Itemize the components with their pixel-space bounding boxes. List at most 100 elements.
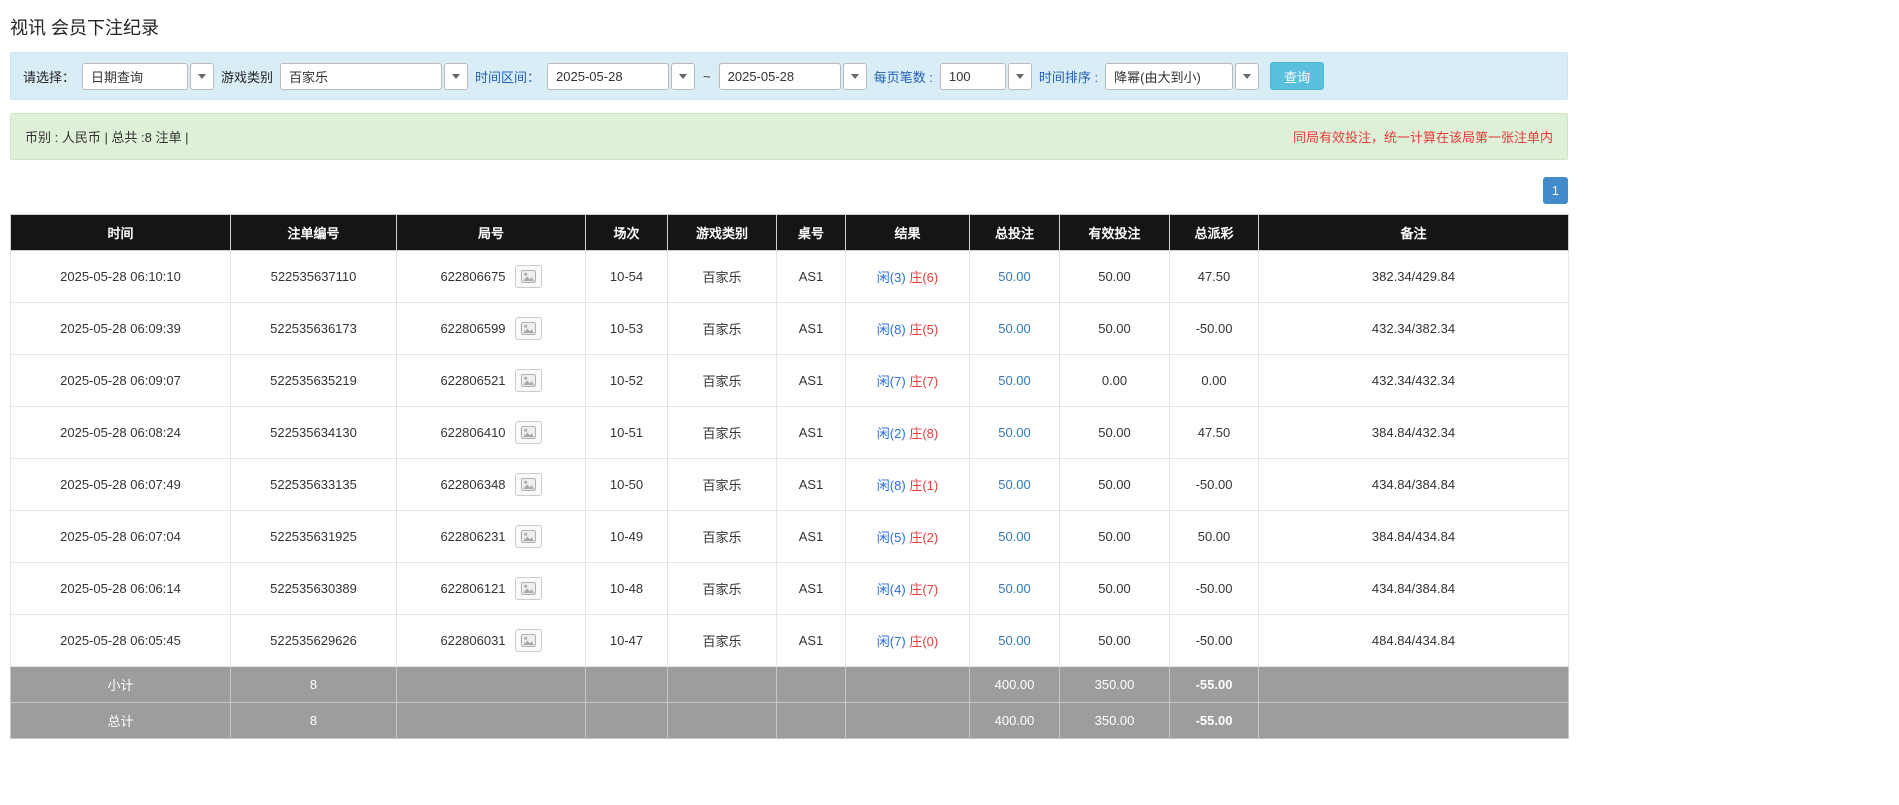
column-header-bet-id: 注单编号 — [230, 214, 397, 251]
cell-time: 2025-05-28 06:06:14 — [10, 562, 231, 615]
cell-time: 2025-05-28 06:07:04 — [10, 510, 231, 563]
date-from-dropdown-button[interactable] — [671, 62, 696, 90]
table-row: 2025-05-28 06:05:45 522535629626 622806031… — [10, 614, 1569, 667]
date-from-input[interactable] — [547, 62, 670, 90]
footer-cell-table-no — [776, 702, 846, 739]
cell-result: 闲(7) 庄(0) — [845, 614, 970, 667]
summary-bar: 币别 : 人民币 | 总共 :8 注单 | 同局有效投注，统一计算在该局第一张注… — [10, 113, 1568, 160]
cell-total-bet: 50.00 — [969, 562, 1060, 615]
date-range-label: 时间区间： — [475, 69, 541, 85]
search-button[interactable]: 查询 — [1270, 62, 1325, 90]
sort-order-input[interactable] — [1105, 62, 1234, 90]
game-type-dropdown-button[interactable] — [444, 62, 469, 90]
table-row: 2025-05-28 06:07:04 522535631925 622806231… — [10, 510, 1569, 563]
subtotal-row: 小计 8 400.00 350.00 -55.00 — [10, 666, 1569, 703]
total-bet-link[interactable]: 50.00 — [998, 581, 1031, 596]
pagination-page-1[interactable]: 1 — [1542, 177, 1568, 204]
total-bet-link[interactable]: 50.00 — [998, 529, 1031, 544]
column-header-game-type: 游戏类别 — [667, 214, 777, 251]
cell-table-no: AS1 — [776, 562, 846, 615]
query-type-input[interactable] — [82, 62, 189, 90]
cell-bet-id: 522535633135 — [230, 458, 397, 511]
result-player: 闲(8) — [876, 322, 906, 337]
table-footer: 小计 8 400.00 350.00 -55.00 总计 8 400.00 350.00 -55.… — [10, 666, 1569, 739]
cell-result: 闲(3) 庄(6) — [845, 250, 970, 303]
page-size-input[interactable] — [939, 62, 1006, 90]
cell-session: 10-53 — [585, 302, 668, 355]
round-id-text: 622806521 — [440, 373, 506, 388]
chevron-down-icon — [1015, 73, 1024, 79]
date-to-input[interactable] — [718, 62, 841, 90]
game-result-image-icon[interactable] — [514, 525, 542, 548]
grand-total-row: 总计 8 400.00 350.00 -55.00 — [10, 702, 1569, 739]
cell-total-bet: 50.00 — [969, 406, 1060, 459]
game-result-image-icon[interactable] — [514, 629, 542, 652]
game-type-input[interactable] — [280, 62, 443, 90]
cell-valid-bet: 50.00 — [1059, 510, 1170, 563]
column-header-payout: 总派彩 — [1169, 214, 1259, 251]
game-result-image-icon[interactable] — [514, 421, 542, 444]
round-id-wrap: 622806675 — [440, 265, 542, 288]
cell-payout: 47.50 — [1169, 406, 1259, 459]
table-row: 2025-05-28 06:09:39 522535636173 622806599… — [10, 302, 1569, 355]
total-bet-link[interactable]: 50.00 — [998, 269, 1031, 284]
footer-cell-total-bet: 400.00 — [969, 702, 1060, 739]
cell-result: 闲(2) 庄(8) — [845, 406, 970, 459]
cell-valid-bet: 50.00 — [1059, 302, 1170, 355]
total-bet-link[interactable]: 50.00 — [998, 477, 1031, 492]
game-result-image-icon[interactable] — [514, 317, 542, 340]
cell-round-id: 622806675 — [396, 250, 586, 303]
cell-game-type: 百家乐 — [667, 510, 777, 563]
cell-total-bet: 50.00 — [969, 354, 1060, 407]
sort-order-dropdown-button[interactable] — [1235, 62, 1260, 90]
total-bet-link[interactable]: 50.00 — [998, 633, 1031, 648]
page-title: 视讯 会员下注纪录 — [10, 18, 160, 38]
total-bet-link[interactable]: 50.00 — [998, 321, 1031, 336]
total-bet-link[interactable]: 50.00 — [998, 425, 1031, 440]
cell-bet-id: 522535637110 — [230, 250, 397, 303]
page-size-combobox — [939, 62, 1032, 90]
game-result-image-icon[interactable] — [514, 369, 542, 392]
column-header-valid-bet: 有效投注 — [1059, 214, 1170, 251]
game-result-image-icon[interactable] — [514, 265, 542, 288]
cell-total-bet: 50.00 — [969, 614, 1060, 667]
cell-game-type: 百家乐 — [667, 562, 777, 615]
game-result-image-icon[interactable] — [514, 473, 542, 496]
page-size-label: 每页笔数 : — [873, 69, 933, 85]
footer-cell-round-id — [396, 702, 586, 739]
chevron-down-icon — [679, 73, 688, 79]
cell-bet-id: 522535629626 — [230, 614, 397, 667]
cell-valid-bet: 50.00 — [1059, 250, 1170, 303]
table-body: 2025-05-28 06:10:10 522535637110 622806675… — [10, 250, 1569, 667]
cell-bet-id: 522535631925 — [230, 510, 397, 563]
footer-cell-game-type — [667, 666, 777, 703]
round-id-text: 622806031 — [440, 633, 506, 648]
column-header-time: 时间 — [10, 214, 231, 251]
cell-game-type: 百家乐 — [667, 354, 777, 407]
total-bet-link[interactable]: 50.00 — [998, 373, 1031, 388]
query-type-combobox — [82, 62, 215, 90]
chevron-down-icon — [850, 73, 859, 79]
cell-session: 10-49 — [585, 510, 668, 563]
footer-cell-bet-id: 8 — [230, 666, 397, 703]
sort-order-label: 时间排序 : — [1038, 69, 1099, 85]
footer-cell-result — [845, 666, 970, 703]
game-result-image-icon[interactable] — [514, 577, 542, 600]
footer-cell-table-no — [776, 666, 846, 703]
round-id-text: 622806599 — [440, 321, 506, 336]
cell-time: 2025-05-28 06:10:10 — [10, 250, 231, 303]
date-to-combobox — [718, 62, 867, 90]
page-size-dropdown-button[interactable] — [1007, 62, 1032, 90]
cell-round-id: 622806348 — [396, 458, 586, 511]
cell-total-bet: 50.00 — [969, 458, 1060, 511]
cell-table-no: AS1 — [776, 250, 846, 303]
cell-time: 2025-05-28 06:07:49 — [10, 458, 231, 511]
column-header-round-id: 局号 — [396, 214, 586, 251]
chevron-down-icon — [452, 73, 461, 79]
round-id-text: 622806348 — [440, 477, 506, 492]
column-header-remark: 备注 — [1258, 214, 1569, 251]
query-type-dropdown-button[interactable] — [190, 62, 215, 90]
cell-valid-bet: 50.00 — [1059, 406, 1170, 459]
date-to-dropdown-button[interactable] — [842, 62, 867, 90]
footer-cell-payout: -55.00 — [1169, 702, 1259, 739]
